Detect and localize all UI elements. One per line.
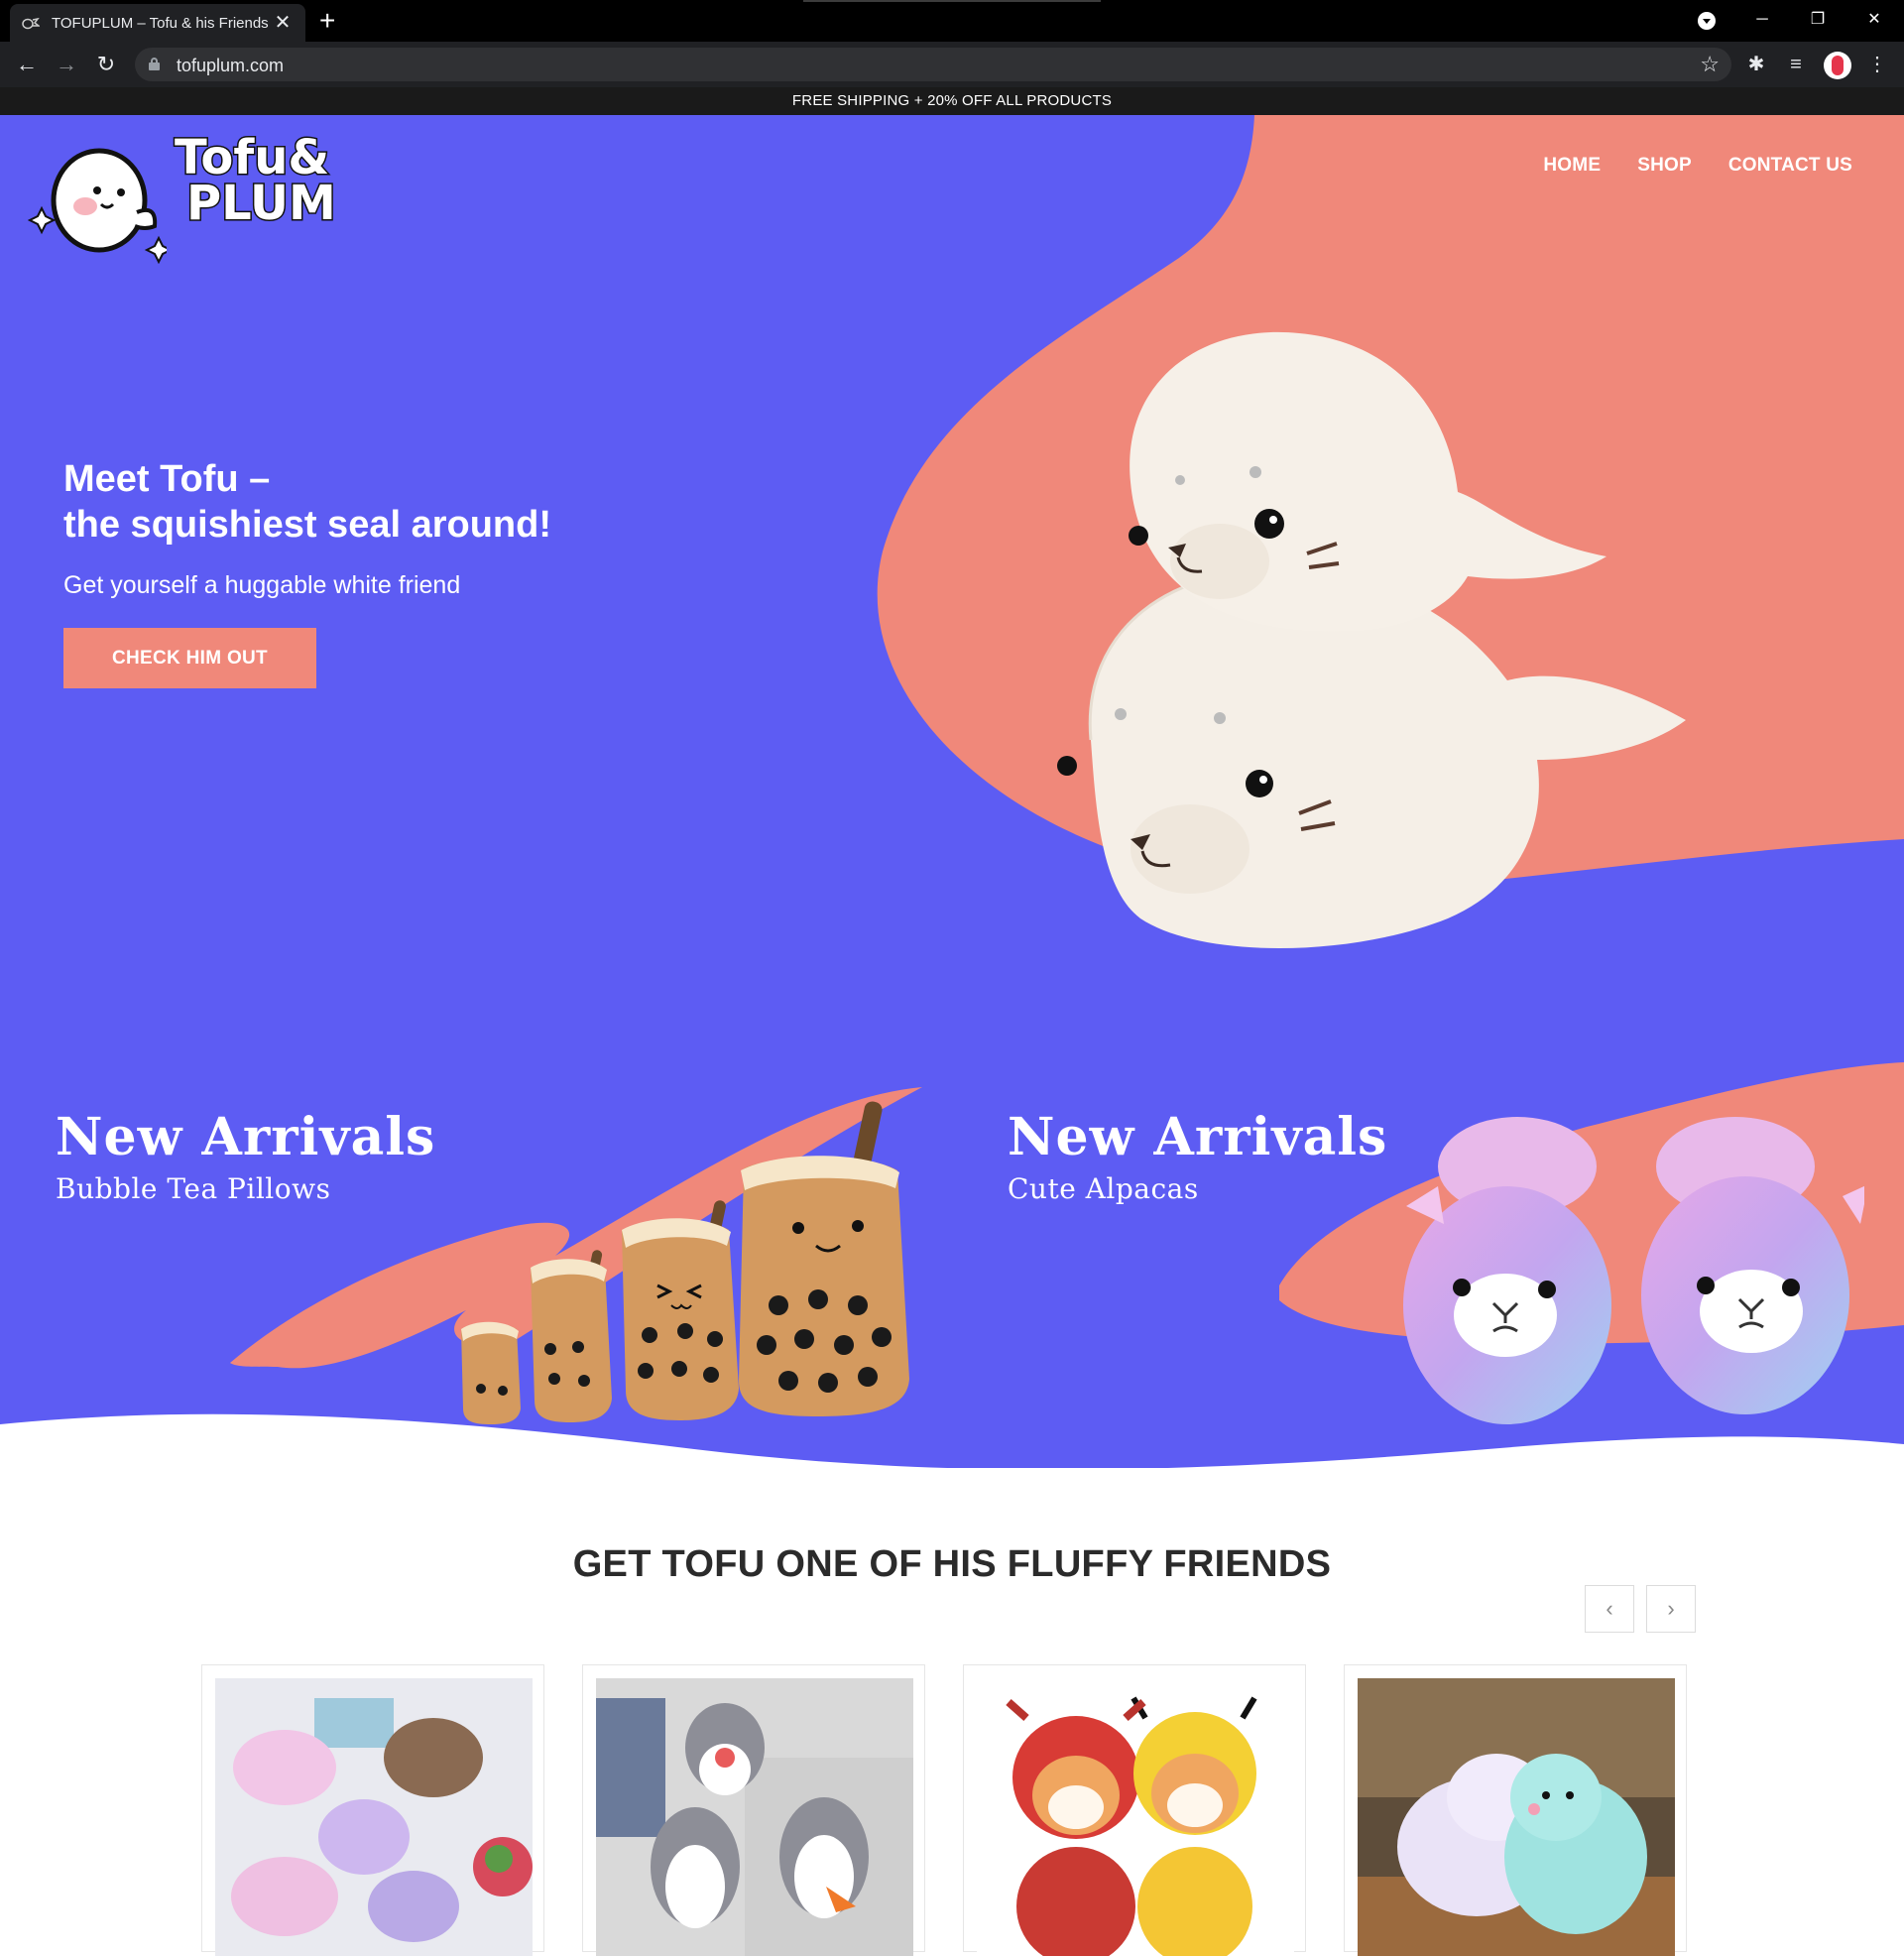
carousel-next-chevron-right-icon[interactable]: › <box>1646 1585 1696 1633</box>
announcement-bar: FREE SHIPPING + 20% OFF ALL PRODUCTS <box>0 87 1904 115</box>
lock-icon[interactable] <box>149 58 160 70</box>
profile-avatar[interactable] <box>1824 52 1851 79</box>
seal-mascot-logo-icon <box>27 148 174 265</box>
tab-search-icon[interactable] <box>1698 12 1716 30</box>
browser-tab[interactable]: TOFUPLUM – Tofu & his Friends ✕ <box>10 4 305 42</box>
tab-strip-divider <box>803 0 1101 2</box>
new-arrivals-bubble-tea-title[interactable]: New Arrivals <box>56 1107 435 1167</box>
extensions-puzzle-icon[interactable]: ✱ <box>1743 52 1769 77</box>
tab-title: TOFUPLUM – Tofu & his Friends <box>52 14 269 32</box>
product-card-alpaca-slippers[interactable] <box>201 1664 544 1956</box>
penguin-plush-product-image[interactable] <box>596 1678 913 1956</box>
kebab-menu-icon[interactable]: ⋮ <box>1864 52 1890 77</box>
hero-heading: Meet Tofu – the squishiest seal around! <box>63 456 551 548</box>
logo-wordmark: Tofu& PLUM <box>174 130 338 231</box>
friends-section-title: GET TOFU ONE OF HIS FLUFFY FRIENDS <box>572 1543 1332 1585</box>
back-arrow-icon[interactable]: ← <box>12 50 42 79</box>
hero-section: Tofu& PLUM HOME SHOP CONTACT US Meet Tofu… <box>0 115 1904 1468</box>
product-card-shiba-costumes[interactable] <box>963 1664 1306 1956</box>
nav-shop[interactable]: SHOP <box>1637 155 1692 177</box>
close-window-icon[interactable]: ✕ <box>1859 6 1889 34</box>
product-card-penguins[interactable] <box>582 1664 925 1956</box>
hero-heading-line2: the squishiest seal around! <box>63 504 551 546</box>
hero-heading-line1: Meet Tofu – <box>63 458 271 500</box>
product-card-dinosaurs[interactable] <box>1344 1664 1687 1956</box>
site-logo[interactable]: Tofu& PLUM <box>27 130 345 265</box>
main-navigation: HOME SHOP CONTACT US <box>1543 155 1852 177</box>
new-arrivals-alpacas-subtitle[interactable]: Cute Alpacas <box>1008 1172 1199 1205</box>
alpaca-slippers-image[interactable] <box>1398 1107 1864 1434</box>
shiba-plush-product-image[interactable] <box>977 1678 1294 1956</box>
address-bar[interactable]: tofuplum.com ☆ <box>135 48 1731 81</box>
new-arrivals-alpacas-title[interactable]: New Arrivals <box>1008 1107 1387 1167</box>
forward-arrow-icon[interactable]: → <box>52 50 81 79</box>
reload-icon[interactable]: ↻ <box>91 50 121 79</box>
nav-home[interactable]: HOME <box>1543 155 1601 177</box>
restore-icon[interactable]: ❐ <box>1803 6 1833 34</box>
new-arrivals-bubble-tea-subtitle[interactable]: Bubble Tea Pillows <box>56 1172 330 1205</box>
carousel-prev-chevron-left-icon[interactable]: ‹ <box>1585 1585 1634 1633</box>
browser-toolbar: ← → ↻ tofuplum.com ☆ ✱ ≡ ⋮ <box>0 42 1904 87</box>
media-queue-icon[interactable]: ≡ <box>1783 52 1809 77</box>
dinosaur-plush-product-image[interactable] <box>1358 1678 1675 1956</box>
bookmark-star-icon[interactable]: ☆ <box>1700 52 1720 77</box>
hero-subheading: Get yourself a huggable white friend <box>63 571 461 599</box>
url-text[interactable]: tofuplum.com <box>177 56 284 76</box>
nav-contact-us[interactable]: CONTACT US <box>1728 155 1852 177</box>
new-tab-plus-icon[interactable]: + <box>319 6 335 36</box>
alpaca-slippers-product-image[interactable] <box>215 1678 533 1956</box>
tab-close-icon[interactable]: ✕ <box>272 13 294 33</box>
check-him-out-button[interactable]: CHECK HIM OUT <box>63 628 316 688</box>
browser-tab-strip: TOFUPLUM – Tofu & his Friends ✕ + ─ ❐ ✕ <box>0 0 1904 42</box>
seal-plush-image[interactable] <box>1051 294 1696 968</box>
minimize-icon[interactable]: ─ <box>1747 6 1777 34</box>
bubble-tea-pillows-image[interactable] <box>451 1101 927 1468</box>
tofuplum-favicon-icon <box>22 17 40 30</box>
